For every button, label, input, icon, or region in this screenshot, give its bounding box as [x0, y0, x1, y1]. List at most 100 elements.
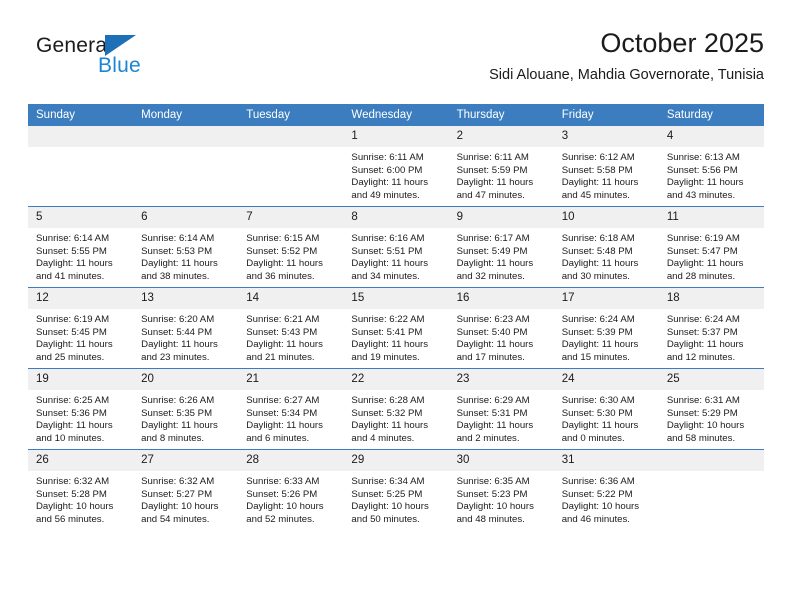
- sunrise-text: Sunrise: 6:31 AM: [666, 395, 740, 406]
- day-cell[interactable]: 25 Sunrise: 6:31 AM Sunset: 5:29 PM Dayl…: [658, 368, 764, 450]
- weekday-header-saturday: Saturday: [658, 104, 764, 126]
- sunset-text: Sunset: 5:56 PM: [666, 164, 738, 176]
- daylight-text-line1: Daylight: 11 hours: [561, 258, 639, 270]
- day-cell[interactable]: 27 Sunrise: 6:32 AM Sunset: 5:27 PM Dayl…: [133, 449, 239, 530]
- general-blue-logo[interactable]: General Blue: [36, 34, 216, 86]
- day-cell[interactable]: [133, 126, 239, 207]
- day-number: 15: [343, 288, 449, 309]
- sunset-text: Sunset: 5:23 PM: [456, 488, 528, 500]
- day-cell[interactable]: 6 Sunrise: 6:14 AM Sunset: 5:53 PM Dayli…: [133, 206, 239, 288]
- sunset-text: Sunset: 5:51 PM: [351, 245, 423, 257]
- day-cell[interactable]: 14 Sunrise: 6:21 AM Sunset: 5:43 PM Dayl…: [238, 287, 344, 369]
- daylight-text-line1: Daylight: 10 hours: [351, 501, 429, 513]
- sunrise-text: Sunrise: 6:12 AM: [561, 152, 635, 163]
- day-cell[interactable]: 30 Sunrise: 6:35 AM Sunset: 5:23 PM Dayl…: [448, 449, 554, 530]
- day-cell[interactable]: 21 Sunrise: 6:27 AM Sunset: 5:34 PM Dayl…: [238, 368, 344, 450]
- sunset-text: Sunset: 5:29 PM: [666, 407, 738, 419]
- day-cell[interactable]: [28, 126, 134, 207]
- daylight-text-line1: Daylight: 11 hours: [36, 339, 113, 351]
- day-cell[interactable]: 19 Sunrise: 6:25 AM Sunset: 5:36 PM Dayl…: [28, 368, 134, 450]
- day-details: Sunrise: 6:13 AM Sunset: 5:56 PM Dayligh…: [659, 147, 764, 202]
- day-details: Sunrise: 6:11 AM Sunset: 6:00 PM Dayligh…: [343, 147, 448, 202]
- day-cell[interactable]: 5 Sunrise: 6:14 AM Sunset: 5:55 PM Dayli…: [28, 206, 134, 288]
- sunrise-text: Sunrise: 6:19 AM: [36, 314, 110, 325]
- daylight-text-line2: and 0 minutes.: [561, 432, 625, 444]
- day-cell[interactable]: 13 Sunrise: 6:20 AM Sunset: 5:44 PM Dayl…: [133, 287, 239, 369]
- day-cell[interactable]: 9 Sunrise: 6:17 AM Sunset: 5:49 PM Dayli…: [448, 206, 554, 288]
- day-cell[interactable]: 12 Sunrise: 6:19 AM Sunset: 5:45 PM Dayl…: [28, 287, 134, 369]
- day-cell[interactable]: 24 Sunrise: 6:30 AM Sunset: 5:30 PM Dayl…: [553, 368, 659, 450]
- day-cell[interactable]: 15 Sunrise: 6:22 AM Sunset: 5:41 PM Dayl…: [343, 287, 449, 369]
- day-cell[interactable]: 31 Sunrise: 6:36 AM Sunset: 5:22 PM Dayl…: [553, 449, 659, 530]
- day-cell[interactable]: 3 Sunrise: 6:12 AM Sunset: 5:58 PM Dayli…: [553, 126, 659, 207]
- sunrise-text: Sunrise: 6:14 AM: [141, 233, 215, 244]
- day-details: Sunrise: 6:19 AM Sunset: 5:45 PM Dayligh…: [28, 309, 133, 364]
- day-cell[interactable]: 10 Sunrise: 6:18 AM Sunset: 5:48 PM Dayl…: [553, 206, 659, 288]
- sunset-text: Sunset: 5:41 PM: [351, 326, 423, 338]
- day-details: Sunrise: 6:30 AM Sunset: 5:30 PM Dayligh…: [554, 390, 659, 445]
- day-cell[interactable]: 4 Sunrise: 6:13 AM Sunset: 5:56 PM Dayli…: [658, 126, 764, 207]
- sunrise-text: Sunrise: 6:24 AM: [666, 314, 740, 325]
- day-cell[interactable]: 11 Sunrise: 6:19 AM Sunset: 5:47 PM Dayl…: [658, 206, 764, 288]
- day-cell[interactable]: 20 Sunrise: 6:26 AM Sunset: 5:35 PM Dayl…: [133, 368, 239, 450]
- day-number: 4: [658, 126, 764, 147]
- sunrise-text: Sunrise: 6:14 AM: [36, 233, 110, 244]
- sunset-text: Sunset: 5:27 PM: [141, 488, 213, 500]
- daylight-text-line1: Daylight: 11 hours: [666, 258, 744, 270]
- daylight-text-line2: and 41 minutes.: [36, 270, 105, 282]
- daylight-text-line1: Daylight: 11 hours: [351, 420, 429, 432]
- sunrise-text: Sunrise: 6:13 AM: [666, 152, 740, 163]
- daylight-text-line2: and 34 minutes.: [351, 270, 420, 282]
- day-cell[interactable]: 2 Sunrise: 6:11 AM Sunset: 5:59 PM Dayli…: [448, 126, 554, 207]
- day-cell[interactable]: 8 Sunrise: 6:16 AM Sunset: 5:51 PM Dayli…: [343, 206, 449, 288]
- day-cell[interactable]: [238, 126, 344, 207]
- daylight-text-line1: Daylight: 11 hours: [351, 339, 429, 351]
- day-cell[interactable]: 28 Sunrise: 6:33 AM Sunset: 5:26 PM Dayl…: [238, 449, 344, 530]
- sunrise-text: Sunrise: 6:20 AM: [141, 314, 215, 325]
- day-cell[interactable]: 23 Sunrise: 6:29 AM Sunset: 5:31 PM Dayl…: [448, 368, 554, 450]
- day-cell[interactable]: 16 Sunrise: 6:23 AM Sunset: 5:40 PM Dayl…: [448, 287, 554, 369]
- day-cell[interactable]: 17 Sunrise: 6:24 AM Sunset: 5:39 PM Dayl…: [553, 287, 659, 369]
- day-cell[interactable]: 18 Sunrise: 6:24 AM Sunset: 5:37 PM Dayl…: [658, 287, 764, 369]
- day-cell[interactable]: 7 Sunrise: 6:15 AM Sunset: 5:52 PM Dayli…: [238, 206, 344, 288]
- weekday-header-friday: Friday: [553, 104, 659, 126]
- sunrise-text: Sunrise: 6:33 AM: [246, 476, 320, 487]
- day-cell[interactable]: 1 Sunrise: 6:11 AM Sunset: 6:00 PM Dayli…: [343, 126, 449, 207]
- day-number: 30: [448, 450, 554, 471]
- day-number: 20: [133, 369, 239, 390]
- daylight-text-line1: Daylight: 10 hours: [456, 501, 534, 513]
- sunrise-text: Sunrise: 6:30 AM: [561, 395, 635, 406]
- daylight-text-line1: Daylight: 11 hours: [456, 339, 534, 351]
- daylight-text-line1: Daylight: 11 hours: [666, 177, 744, 189]
- calendar-page: General Blue October 2025 Sidi Alouane, …: [0, 0, 792, 612]
- sunrise-text: Sunrise: 6:27 AM: [246, 395, 320, 406]
- sunrise-text: Sunrise: 6:19 AM: [666, 233, 740, 244]
- day-number: 18: [658, 288, 764, 309]
- day-number: 26: [28, 450, 134, 471]
- day-details: Sunrise: 6:34 AM Sunset: 5:25 PM Dayligh…: [343, 471, 448, 526]
- sunrise-text: Sunrise: 6:22 AM: [351, 314, 425, 325]
- daylight-text-line1: Daylight: 11 hours: [456, 177, 534, 189]
- day-cell[interactable]: 22 Sunrise: 6:28 AM Sunset: 5:32 PM Dayl…: [343, 368, 449, 450]
- day-cell[interactable]: 29 Sunrise: 6:34 AM Sunset: 5:25 PM Dayl…: [343, 449, 449, 530]
- sunrise-text: Sunrise: 6:21 AM: [246, 314, 320, 325]
- day-cell[interactable]: 26 Sunrise: 6:32 AM Sunset: 5:28 PM Dayl…: [28, 449, 134, 530]
- day-details: Sunrise: 6:32 AM Sunset: 5:28 PM Dayligh…: [28, 471, 133, 526]
- daylight-text-line1: Daylight: 10 hours: [561, 501, 640, 513]
- daylight-text-line1: Daylight: 11 hours: [456, 420, 534, 432]
- daylight-text-line1: Daylight: 10 hours: [141, 501, 219, 513]
- day-cell[interactable]: [658, 449, 764, 530]
- day-details: Sunrise: 6:25 AM Sunset: 5:36 PM Dayligh…: [28, 390, 133, 445]
- day-number: 6: [133, 207, 239, 228]
- daylight-text-line2: and 30 minutes.: [561, 270, 630, 282]
- day-details: Sunrise: 6:24 AM Sunset: 5:37 PM Dayligh…: [659, 309, 764, 364]
- daylight-text-line2: and 43 minutes.: [666, 189, 736, 201]
- day-number: [658, 450, 764, 471]
- day-number: [28, 126, 134, 147]
- sunrise-text: Sunrise: 6:35 AM: [456, 476, 530, 487]
- sunrise-text: Sunrise: 6:32 AM: [141, 476, 215, 487]
- day-details: Sunrise: 6:35 AM Sunset: 5:23 PM Dayligh…: [449, 471, 554, 526]
- daylight-text-line1: Daylight: 11 hours: [246, 420, 323, 432]
- day-details: Sunrise: 6:18 AM Sunset: 5:48 PM Dayligh…: [554, 228, 659, 283]
- daylight-text-line1: Daylight: 11 hours: [561, 339, 639, 351]
